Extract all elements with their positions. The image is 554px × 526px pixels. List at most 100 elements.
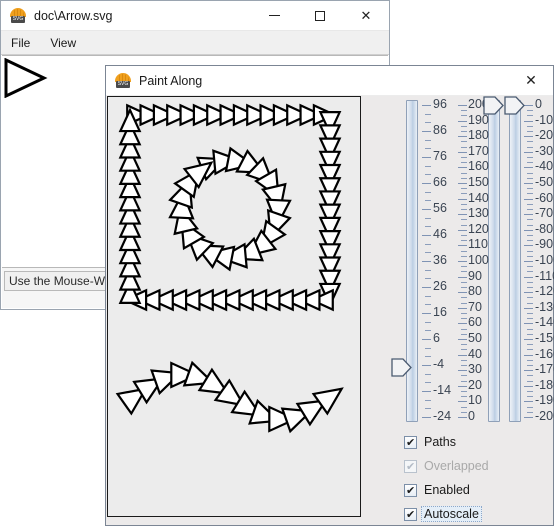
- tick-minor: [527, 380, 533, 382]
- tick-major: [524, 323, 533, 325]
- tick-minor: [461, 375, 467, 377]
- tick-minor: [425, 356, 431, 358]
- tick-minor: [527, 235, 533, 236]
- checkbox-row-autoscale[interactable]: ✔ Autoscale: [404, 502, 482, 526]
- maximize-icon: [315, 10, 325, 21]
- slider-tick-label: -14: [433, 383, 452, 397]
- check-icon: ✔: [406, 507, 416, 521]
- tick-major: [524, 136, 533, 138]
- slider-tick-label: 120: [468, 221, 489, 236]
- tick-major: [524, 417, 533, 418]
- slider-tick-label: -50: [535, 175, 554, 189]
- tick-minor: [527, 115, 533, 117]
- tick-major: [458, 339, 467, 340]
- slider-three-track[interactable]: [509, 100, 521, 422]
- tick-minor: [527, 411, 533, 413]
- slider-tick-label: 86: [433, 123, 447, 137]
- tick-major: [422, 235, 431, 236]
- maximize-button[interactable]: [297, 1, 343, 30]
- slider-tick-label: -90: [535, 237, 554, 252]
- slider-tick-label: -4: [433, 357, 445, 371]
- tick-minor: [461, 349, 467, 351]
- tick-minor: [425, 304, 431, 306]
- slider-three-thumb[interactable]: [504, 96, 526, 115]
- menu-item-file[interactable]: File: [1, 36, 40, 50]
- tick-minor: [461, 302, 467, 304]
- slider-three[interactable]: 0-10-20-30-40-50-60-70-80-90-100-110-120…: [504, 96, 554, 426]
- tick-major: [524, 214, 533, 216]
- slider-tick-label: 56: [433, 201, 447, 215]
- tick-minor: [461, 271, 467, 273]
- checkbox-autoscale[interactable]: ✔: [404, 507, 417, 521]
- menu-item-view[interactable]: View: [40, 36, 86, 50]
- tick-minor: [425, 399, 431, 401]
- checkbox-row-enabled[interactable]: ✔ Enabled: [404, 478, 470, 502]
- check-icon: ✔: [406, 459, 416, 473]
- tick-minor: [425, 174, 431, 176]
- tick-major: [524, 245, 533, 247]
- close-icon: ✕: [525, 72, 537, 88]
- slider-tick-label: 20: [468, 377, 482, 392]
- checkbox-overlapped-label: Overlapped: [424, 459, 489, 473]
- tick-major: [458, 307, 467, 309]
- slider-two[interactable]: 200 190 180 170 160 150 140 130 120 110 100 90 80 70 6…: [456, 96, 504, 426]
- tick-minor: [527, 172, 533, 174]
- tick-major: [524, 261, 533, 262]
- checkbox-paths[interactable]: ✔: [404, 435, 417, 449]
- tick-minor: [527, 391, 533, 392]
- svg-logo-text: SVG: [116, 80, 130, 88]
- minimize-button[interactable]: [251, 1, 297, 30]
- checkbox-row-overlapped: ✔ Overlapped: [404, 454, 489, 478]
- slider-two-track[interactable]: [488, 100, 500, 422]
- slider-tick-label: 50: [468, 331, 482, 345]
- tick-major: [458, 370, 467, 372]
- slider-one-thumb[interactable]: [391, 358, 413, 377]
- slider-tick-label: 66: [433, 175, 447, 189]
- tick-minor: [461, 250, 467, 252]
- slider-tick-label: 30: [468, 362, 482, 377]
- tick-minor: [425, 321, 431, 323]
- tick-major: [422, 339, 431, 340]
- slider-tick-label: 96: [433, 97, 447, 111]
- slider-tick-label: -150: [535, 331, 554, 345]
- window-svg-viewer-titlebar[interactable]: SVG doc\Arrow.svg ✕: [1, 1, 389, 31]
- paint-preview-canvas[interactable]: [107, 96, 361, 517]
- tick-minor: [527, 271, 533, 273]
- slider-tick-label: 0: [535, 97, 542, 111]
- tick-major: [458, 276, 467, 278]
- slider-tick-label: -30: [535, 143, 554, 158]
- close-button[interactable]: ✕: [509, 66, 553, 95]
- tick-minor: [461, 219, 467, 221]
- checkbox-enabled[interactable]: ✔: [404, 483, 417, 497]
- tick-minor: [527, 313, 533, 314]
- tick-minor: [527, 266, 533, 268]
- slider-tick-label: -190: [535, 393, 554, 408]
- tick-major: [458, 401, 467, 403]
- tick-major: [422, 105, 431, 106]
- tick-minor: [461, 209, 467, 210]
- options-checkbox-list: ✔ Paths ✔ Overlapped ✔ Enabled ✔ Autosca…: [396, 430, 551, 525]
- tick-major: [422, 391, 431, 392]
- tick-minor: [425, 113, 431, 115]
- close-button[interactable]: ✕: [343, 1, 389, 30]
- slider-tick-label: -80: [535, 221, 554, 236]
- checkbox-enabled-label: Enabled: [424, 483, 470, 497]
- window-paint-along-titlebar[interactable]: SVG Paint Along ✕: [106, 66, 553, 96]
- slider-one[interactable]: 96 86 76 66 56 46 36 26 16 6 -4 -14 -24: [391, 96, 451, 426]
- tick-major: [458, 167, 467, 169]
- tick-major: [524, 120, 533, 122]
- tick-minor: [461, 203, 467, 205]
- checkbox-row-paths[interactable]: ✔ Paths: [404, 430, 456, 454]
- slider-two-thumb[interactable]: [483, 96, 505, 115]
- slider-tick-label: 150: [468, 175, 489, 189]
- slider-tick-label: 180: [468, 128, 489, 143]
- tick-minor: [461, 224, 467, 226]
- tick-minor: [527, 125, 533, 127]
- tick-major: [524, 167, 533, 169]
- tick-minor: [461, 287, 467, 288]
- close-icon: ✕: [360, 7, 372, 23]
- tick-minor: [461, 115, 467, 117]
- tick-minor: [461, 391, 467, 392]
- tick-minor: [527, 396, 533, 398]
- slider-tick-label: -170: [535, 362, 554, 377]
